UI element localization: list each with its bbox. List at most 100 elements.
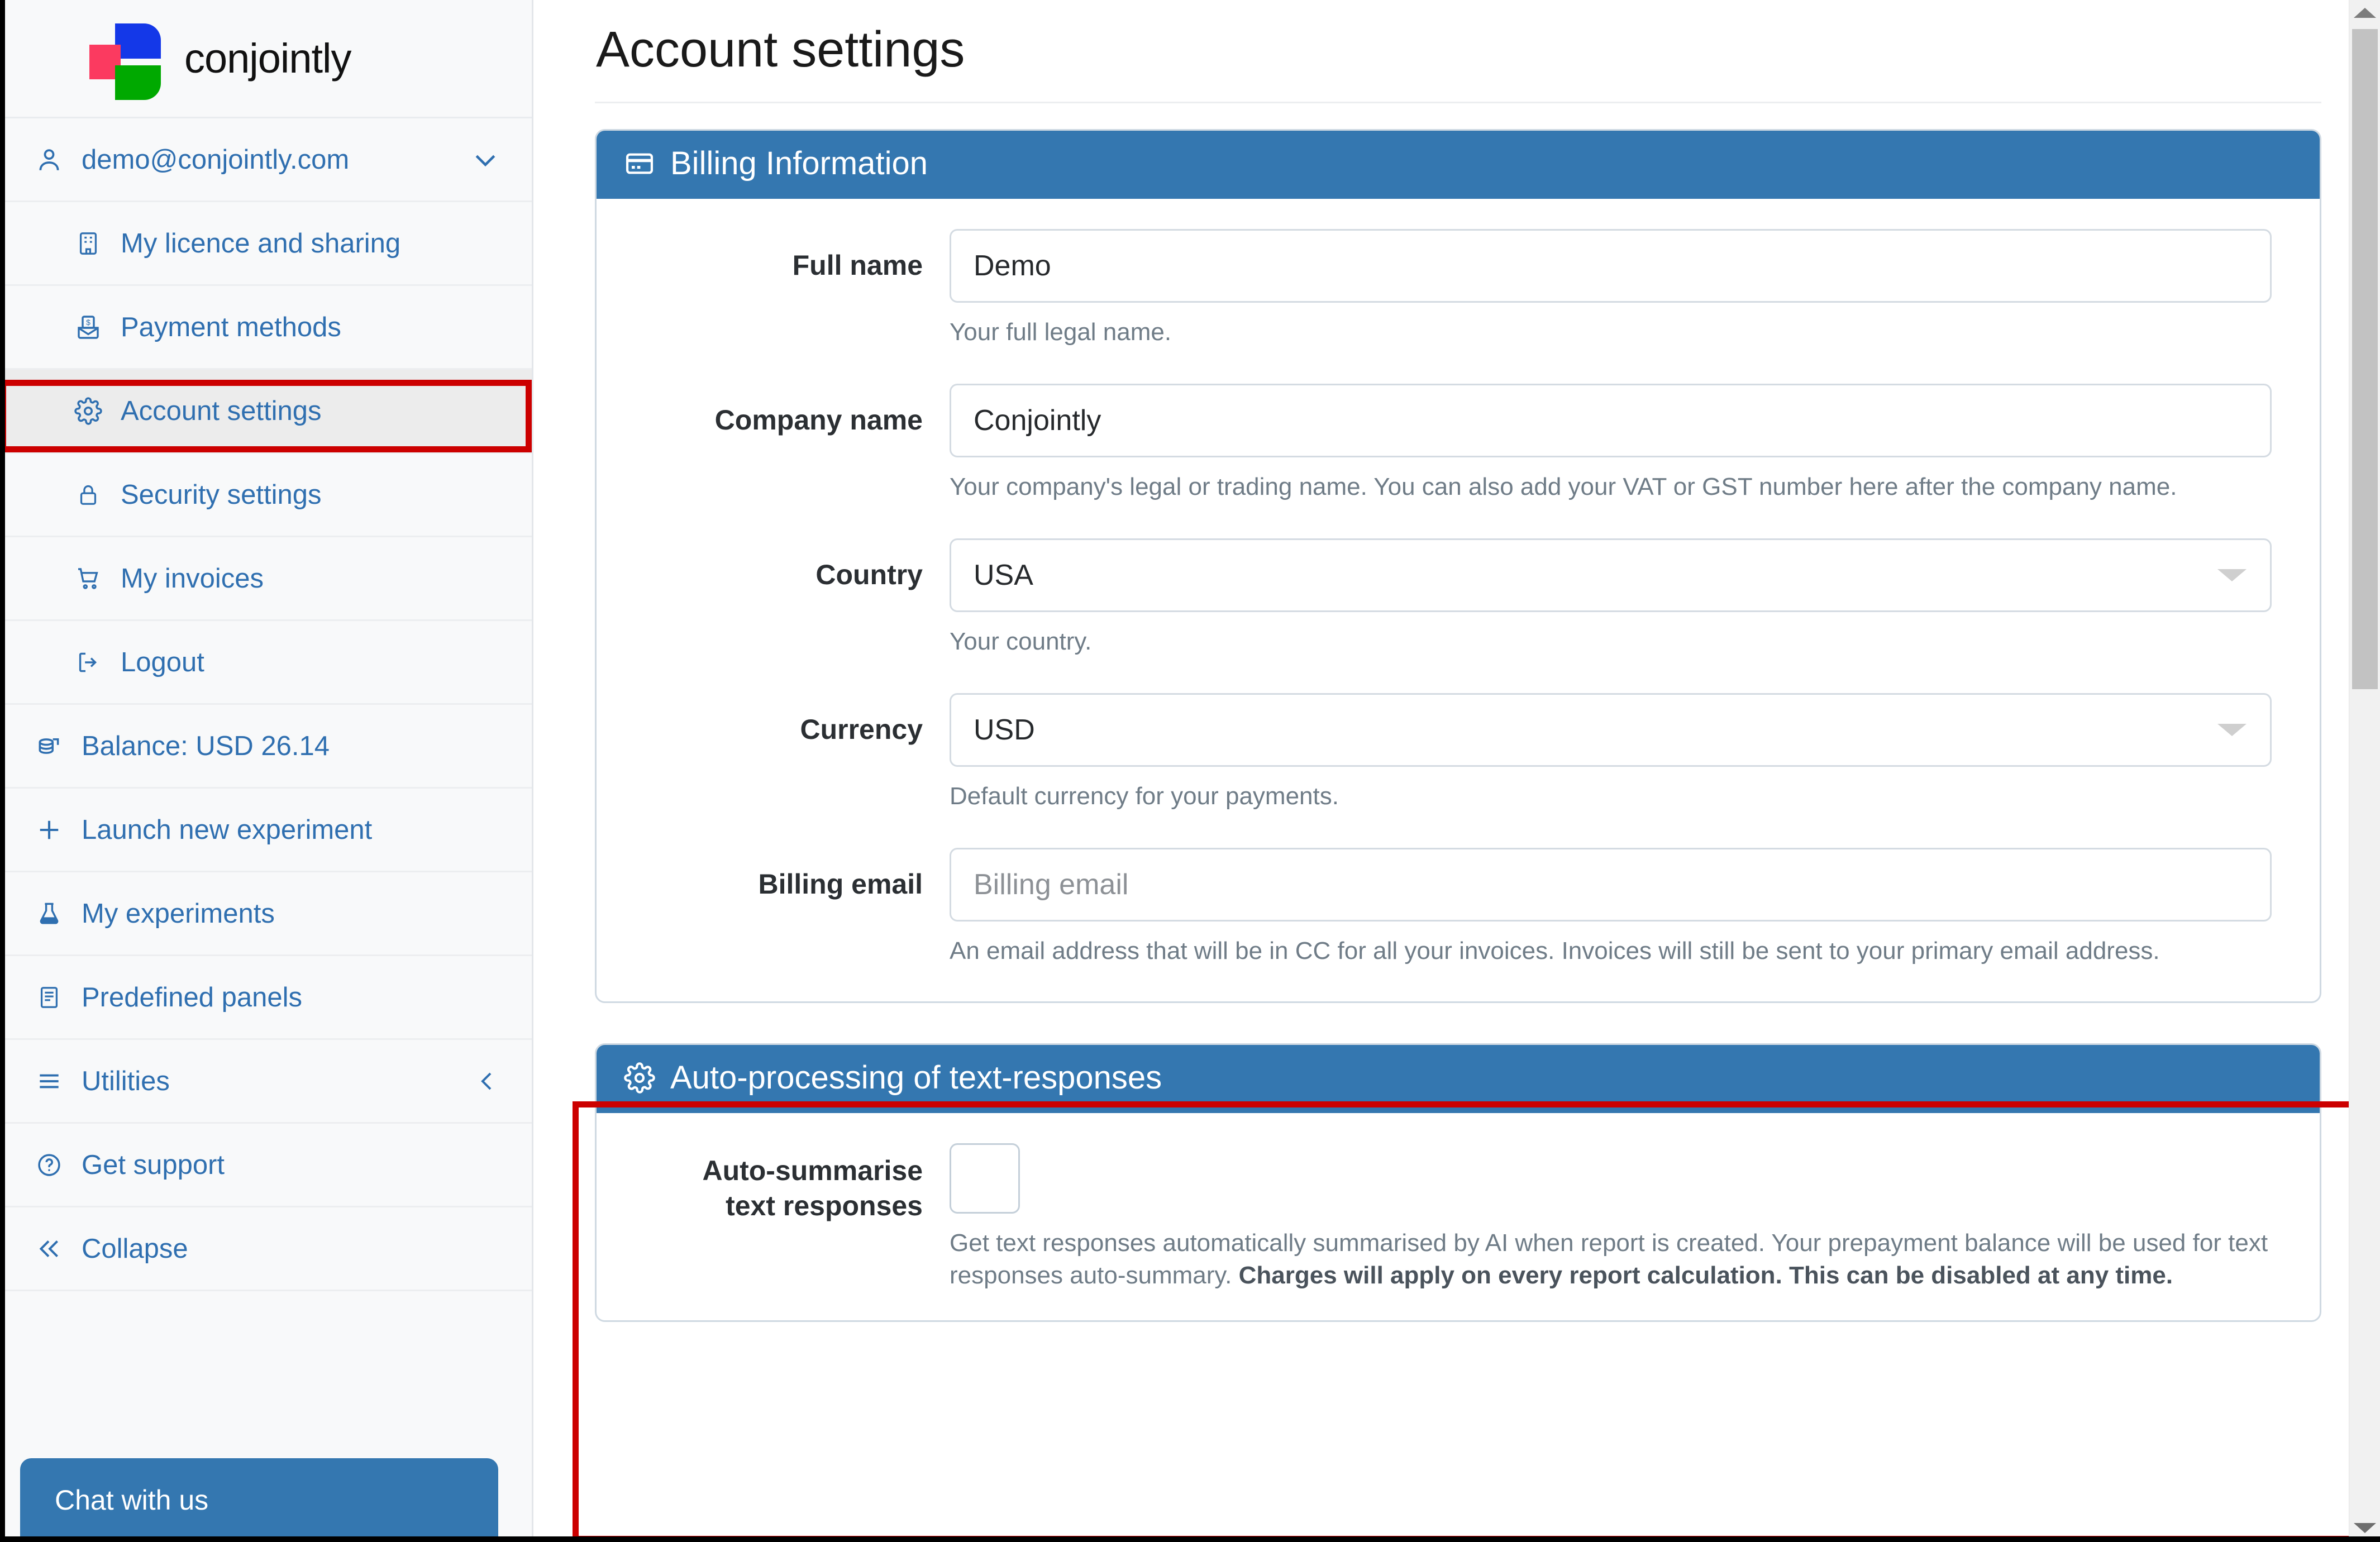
- sidebar-item-label: Collapse: [82, 1233, 188, 1264]
- auto-summarise-checkbox[interactable]: [950, 1143, 1020, 1214]
- billing-information-card-title: Billing Information: [670, 145, 928, 182]
- window-left-edge: [0, 0, 5, 1542]
- brand-logo[interactable]: conjointly: [0, 0, 532, 118]
- billing-email-label: Billing email: [758, 868, 923, 900]
- scroll-down-arrow-icon[interactable]: [2353, 1523, 2376, 1533]
- country-label: Country: [815, 558, 923, 590]
- hamburger-icon: [34, 1066, 65, 1097]
- currency-dropdown-caret-icon: [2217, 724, 2247, 737]
- question-circle-icon: [34, 1149, 65, 1181]
- sidebar-item-logout[interactable]: Logout: [0, 621, 532, 705]
- sidebar-item-label: Account settings: [121, 395, 322, 426]
- currency-label: Currency: [800, 714, 923, 746]
- payment-envelope-icon: $: [73, 312, 104, 343]
- billing-email-placeholder: Billing email: [974, 868, 1129, 901]
- sidebar: conjointly demo@conjointly.com My licenc…: [0, 0, 533, 1542]
- auto-summarise-help-bold: Charges will apply on every report calcu…: [1238, 1261, 2173, 1289]
- account-settings-page: conjointly demo@conjointly.com My licenc…: [0, 0, 2380, 1542]
- account-email-label: demo@conjointly.com: [82, 144, 350, 175]
- full-name-label: Full name: [792, 249, 923, 281]
- country-value: USA: [974, 558, 1033, 591]
- page-title: Account settings: [596, 22, 965, 78]
- sidebar-item-label: Payment methods: [121, 312, 341, 342]
- logout-icon: [73, 647, 104, 678]
- sidebar-item-account-settings[interactable]: Account settings: [0, 370, 532, 453]
- auto-summarise-label: Auto-summarise text responses: [645, 1143, 950, 1223]
- cart-icon: [73, 563, 104, 594]
- credit-card-icon: [623, 147, 656, 180]
- sidebar-item-payment-methods[interactable]: $ Payment methods: [0, 286, 532, 370]
- full-name-row: Full name Demo Your full legal name.: [645, 228, 2272, 378]
- currency-value: USD: [974, 714, 1035, 747]
- svg-text:$: $: [86, 318, 90, 327]
- auto-summarise-help: Get text responses automatically summari…: [950, 1227, 2272, 1291]
- chat-with-us-button[interactable]: Chat with us: [20, 1458, 498, 1542]
- company-name-input[interactable]: Conjointly: [950, 383, 2272, 457]
- sidebar-item-label: Security settings: [121, 479, 322, 510]
- auto-processing-card: Auto-processing of text-responses Auto-s…: [595, 1043, 2321, 1322]
- scrollbar-thumb[interactable]: [2352, 29, 2378, 689]
- flask-icon: [34, 898, 65, 929]
- country-help: Your country.: [950, 627, 1092, 655]
- currency-help: Default currency for your payments.: [950, 782, 1339, 810]
- sidebar-item-label: Get support: [82, 1149, 225, 1180]
- auto-processing-card-body: Auto-summarise text responses Get text r…: [597, 1113, 2320, 1320]
- title-divider: [595, 101, 2321, 103]
- sidebar-item-utilities[interactable]: Utilities: [0, 1040, 532, 1124]
- billing-email-row: Billing email Billing email An email add…: [645, 848, 2272, 967]
- gear-icon: [73, 395, 104, 427]
- scroll-up-arrow-icon[interactable]: [2353, 8, 2376, 18]
- coins-icon: [34, 731, 65, 762]
- full-name-value: Demo: [974, 249, 1051, 282]
- billing-information-card: Billing Information Full name Demo Your …: [595, 128, 2321, 1004]
- plus-icon: [34, 814, 65, 846]
- chevron-left-icon[interactable]: [474, 1068, 500, 1095]
- auto-processing-card-title: Auto-processing of text-responses: [670, 1059, 1162, 1096]
- full-name-help: Your full legal name.: [950, 318, 1172, 346]
- billing-email-help: An email address that will be in CC for …: [950, 937, 2160, 965]
- auto-summarise-label-line1: Auto-summarise: [702, 1155, 923, 1187]
- company-name-label: Company name: [714, 404, 923, 436]
- sidebar-item-balance[interactable]: Balance: USD 26.14: [0, 705, 532, 789]
- brand-name: conjointly: [184, 35, 352, 82]
- panel-list-icon: [34, 982, 65, 1013]
- currency-row: Currency USD Default currency for your p…: [645, 693, 2272, 842]
- full-name-input[interactable]: Demo: [950, 228, 2272, 303]
- currency-select[interactable]: USD: [950, 693, 2272, 767]
- company-name-help: Your company's legal or trading name. Yo…: [950, 472, 2177, 500]
- sidebar-item-my-invoices[interactable]: My invoices: [0, 537, 532, 621]
- sidebar-item-account-email[interactable]: demo@conjointly.com: [0, 118, 532, 202]
- sidebar-item-label: Utilities: [82, 1066, 170, 1096]
- sidebar-item-launch-new-experiment[interactable]: Launch new experiment: [0, 789, 532, 872]
- user-icon: [34, 144, 65, 175]
- sidebar-item-my-licence-and-sharing[interactable]: My licence and sharing: [0, 202, 532, 286]
- billing-information-card-body: Full name Demo Your full legal name. Com…: [597, 199, 2320, 1002]
- chat-with-us-label: Chat with us: [55, 1484, 209, 1516]
- double-chevron-left-icon: [34, 1233, 65, 1264]
- sidebar-item-get-support[interactable]: Get support: [0, 1124, 532, 1207]
- sidebar-item-predefined-panels[interactable]: Predefined panels: [0, 956, 532, 1040]
- country-dropdown-caret-icon: [2217, 569, 2247, 581]
- billing-email-input[interactable]: Billing email: [950, 848, 2272, 922]
- building-icon: [73, 228, 104, 259]
- sidebar-item-label: My invoices: [121, 563, 264, 594]
- sidebar-item-my-experiments[interactable]: My experiments: [0, 872, 532, 956]
- balance-label: Balance: USD 26.14: [82, 731, 330, 761]
- sidebar-item-label: Launch new experiment: [82, 814, 373, 845]
- lock-icon: [73, 479, 104, 510]
- sidebar-item-label: My experiments: [82, 898, 275, 929]
- country-row: Country USA Your country.: [645, 538, 2272, 688]
- main-content: Account settings Billing Information Ful…: [533, 0, 2380, 1542]
- sidebar-item-security-settings[interactable]: Security settings: [0, 453, 532, 537]
- gear-icon: [623, 1062, 656, 1094]
- country-select[interactable]: USA: [950, 538, 2272, 612]
- sidebar-item-label: My licence and sharing: [121, 228, 401, 259]
- auto-processing-card-header: Auto-processing of text-responses: [597, 1045, 2320, 1114]
- sidebar-item-collapse[interactable]: Collapse: [0, 1207, 532, 1291]
- company-name-row: Company name Conjointly Your company's l…: [645, 383, 2272, 533]
- chevron-down-icon[interactable]: [470, 145, 500, 175]
- company-name-value: Conjointly: [974, 404, 1101, 437]
- window-bottom-edge: [0, 1536, 2380, 1542]
- conjointly-logo-icon: [83, 20, 161, 100]
- page-scrollbar[interactable]: [2349, 0, 2380, 1542]
